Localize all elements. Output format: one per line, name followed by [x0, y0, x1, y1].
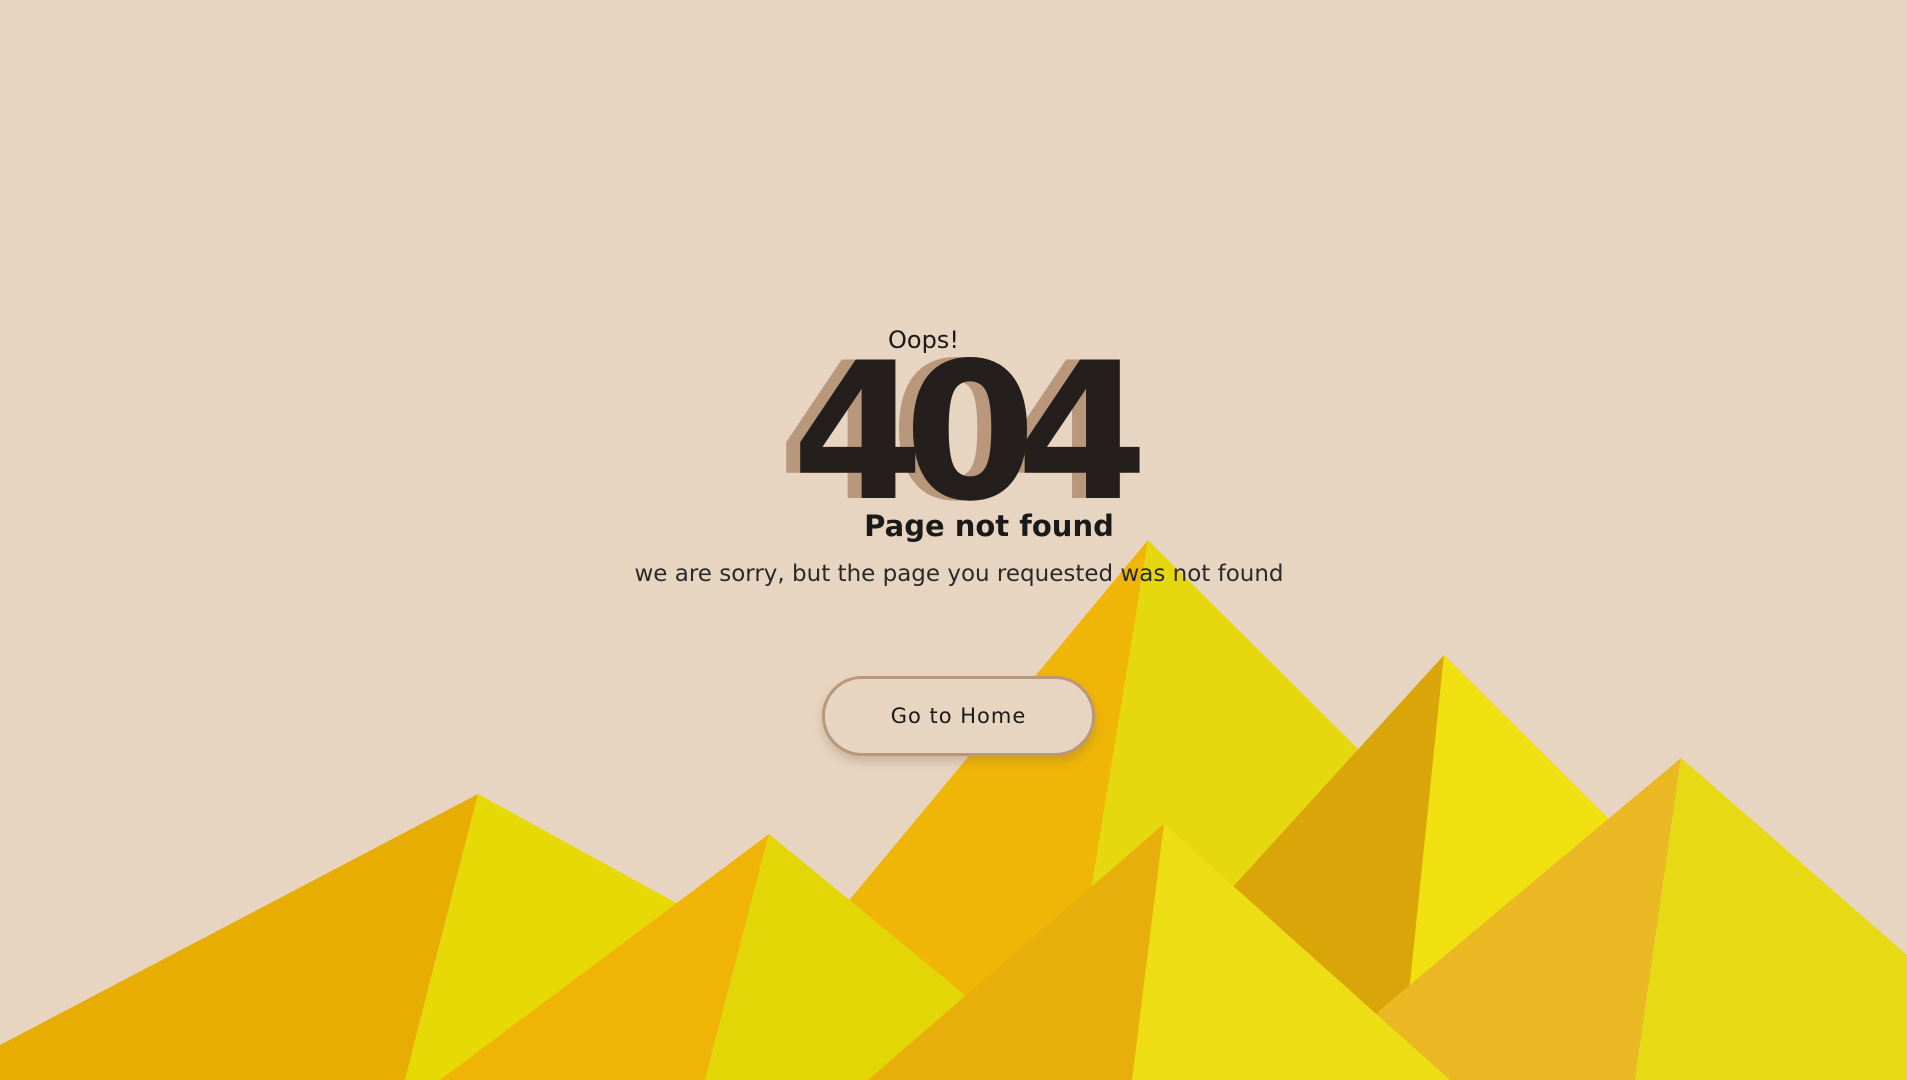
page-title: Page not found — [864, 509, 1114, 543]
error-content: Oops! 404 404 Page not found we are sorr… — [0, 0, 1907, 1080]
error-message: we are sorry, but the page you requested… — [634, 561, 1284, 587]
error-code-text: 404 — [792, 345, 1140, 515]
go-to-home-label: Go to Home — [890, 704, 1027, 728]
error-code-404: 404 404 — [778, 345, 1160, 515]
go-to-home-button[interactable]: Go to Home — [822, 676, 1095, 756]
